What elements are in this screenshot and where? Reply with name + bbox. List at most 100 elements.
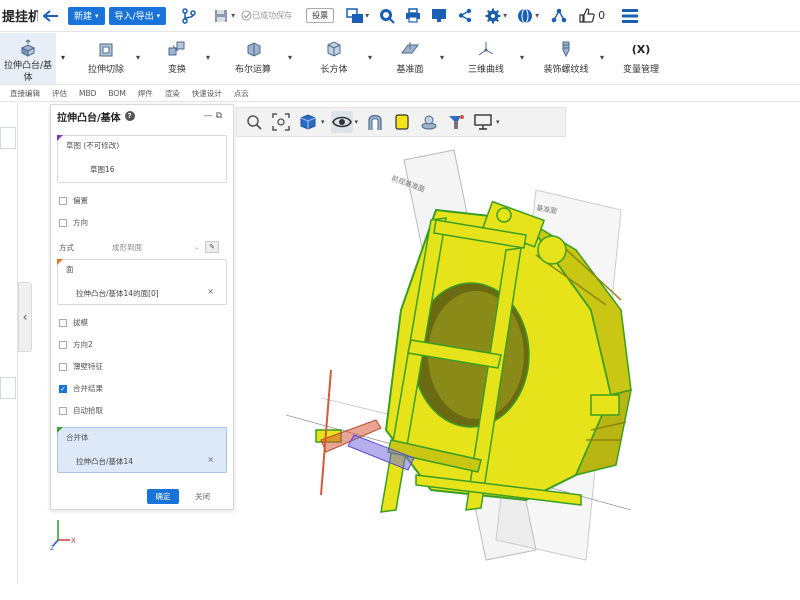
display-settings-icon[interactable]: [472, 111, 494, 133]
feature-tree-rail: [0, 103, 18, 583]
gear-icon[interactable]: [484, 7, 502, 25]
shaded-view-icon[interactable]: [391, 111, 413, 133]
ribbon-transform[interactable]: 变换 ▾: [142, 33, 212, 84]
direction-option[interactable]: 方向: [59, 217, 88, 228]
draft-label: 拔模: [73, 318, 88, 327]
rail-input-mid[interactable]: [0, 377, 16, 399]
gear-dropdown-caret[interactable]: ▾: [503, 11, 507, 20]
globe-dropdown-caret[interactable]: ▾: [535, 11, 539, 20]
offset-label: 偏置: [73, 196, 88, 205]
restore-icon[interactable]: ⧉: [216, 111, 225, 121]
chevron-down-icon[interactable]: ⌄: [194, 244, 199, 251]
ribbon-datum-plane-label: 基准面: [396, 65, 424, 75]
tab-quick-design[interactable]: 快速设计: [192, 88, 222, 99]
close-button[interactable]: 关闭: [195, 489, 210, 504]
thread-icon: [555, 39, 577, 59]
ribbon-extrude-boss-caret[interactable]: ▾: [56, 33, 70, 84]
draft-checkbox[interactable]: [59, 318, 67, 327]
save-dropdown-caret[interactable]: ▾: [231, 11, 235, 20]
ribbon-boolean[interactable]: 布尔运算 ▾: [212, 33, 294, 84]
save-icon[interactable]: [212, 7, 230, 25]
remove-merge-body-icon[interactable]: ×: [207, 455, 214, 464]
view-cube-icon[interactable]: [297, 111, 319, 133]
direction-checkbox[interactable]: [59, 218, 67, 227]
like-count: 0: [598, 9, 606, 22]
view-toolbar: ▾ ▾ ▾: [236, 107, 566, 137]
section-marker-green: [57, 427, 63, 433]
back-arrow-icon[interactable]: [42, 7, 60, 25]
thin-feature-option[interactable]: 薄壁特征: [59, 361, 103, 372]
axis-z-label: Z: [50, 545, 54, 550]
section-marker-orange: [57, 259, 63, 265]
offset-option[interactable]: 偏置: [59, 195, 88, 206]
direction2-option[interactable]: 方向2: [59, 339, 93, 350]
display-settings-caret[interactable]: ▾: [496, 118, 500, 126]
minimize-icon[interactable]: —: [204, 111, 216, 121]
help-icon[interactable]: ?: [124, 111, 135, 121]
remove-face-icon[interactable]: ×: [207, 287, 214, 296]
new-button[interactable]: 新建 ▾: [68, 6, 105, 25]
import-export-button[interactable]: 导入/导出 ▾: [108, 6, 167, 25]
ribbon-box[interactable]: 长方体 ▾: [294, 33, 374, 84]
tab-mbd[interactable]: MBD: [79, 89, 96, 98]
tab-point-cloud[interactable]: 点云: [234, 88, 249, 99]
view-cube-caret[interactable]: ▾: [321, 118, 325, 126]
merge-body-section[interactable]: 合并体 拉伸凸台/基体14 ×: [57, 427, 227, 473]
3d-curve-icon: [475, 39, 497, 59]
auto-select-checkbox[interactable]: [59, 406, 67, 415]
3d-viewport[interactable]: 前视基准面 基准面: [236, 140, 800, 590]
direction2-checkbox[interactable]: [59, 340, 67, 349]
merge-result-option[interactable]: ✓ 合并结果: [59, 383, 103, 394]
ribbon-extrude-cut[interactable]: 拉伸切除 ▾: [70, 33, 142, 84]
ribbon-box-label: 长方体: [320, 65, 348, 75]
draft-option[interactable]: 拔模: [59, 317, 88, 328]
ok-button[interactable]: 确定: [147, 489, 179, 504]
ribbon-extrude-boss[interactable]: 拉伸凸台/基体: [0, 33, 56, 84]
extrude-cut-icon: [95, 39, 117, 59]
ribbon-datum-plane[interactable]: 基准面 ▾: [374, 33, 446, 84]
auto-select-option[interactable]: 自动拾取: [59, 405, 103, 416]
collapse-panel-button[interactable]: ‹: [18, 282, 32, 352]
globe-icon[interactable]: [516, 7, 534, 25]
merge-result-checkbox[interactable]: ✓: [59, 384, 67, 393]
fit-view-icon[interactable]: [270, 111, 292, 133]
appearance-icon[interactable]: [445, 111, 467, 133]
tab-evaluate[interactable]: 评估: [52, 88, 67, 99]
print-icon[interactable]: [404, 7, 422, 25]
display-mode-caret[interactable]: ▾: [355, 118, 359, 126]
pin-icon[interactable]: ✎: [205, 241, 220, 253]
rail-input-top[interactable]: [0, 127, 16, 149]
display-icon[interactable]: [346, 7, 364, 25]
ribbon-boolean-label: 布尔运算: [234, 65, 271, 75]
tab-direct-edit[interactable]: 直接编辑: [10, 88, 40, 99]
datum-plane-icon: [399, 39, 421, 59]
monitor-icon[interactable]: [430, 7, 448, 25]
share-icon[interactable]: [456, 7, 474, 25]
hinge-pin: [537, 235, 567, 265]
thumbs-up-icon[interactable]: [578, 7, 596, 25]
display-mode-icon[interactable]: [330, 111, 353, 133]
direction-label: 方向: [73, 218, 88, 227]
network-icon[interactable]: [550, 7, 568, 25]
face-section[interactable]: 面 拉伸凸台/基体14的面[0] ×: [57, 259, 227, 305]
sketch-section[interactable]: 草图 (不可修改) 草图16: [57, 135, 227, 183]
zoom-icon[interactable]: [243, 111, 265, 133]
branch-icon[interactable]: [180, 7, 198, 25]
ribbon-variable-manager[interactable]: (X) 变量管理: [606, 33, 676, 84]
method-select[interactable]: 成形到面: [112, 242, 194, 253]
display-dropdown-caret[interactable]: ▾: [365, 11, 369, 20]
search-icon[interactable]: [378, 7, 396, 25]
section-view-icon[interactable]: [364, 111, 386, 133]
model-canvas[interactable]: 前视基准面 基准面: [236, 140, 800, 590]
ribbon-3d-curve[interactable]: 三维曲线 ▾: [446, 33, 526, 84]
tab-bom[interactable]: BOM: [108, 89, 125, 98]
ribbon-thread[interactable]: 装饰螺纹线 ▾: [526, 33, 606, 84]
tab-render[interactable]: 渲染: [165, 88, 180, 99]
invest-button[interactable]: 投票: [306, 8, 335, 23]
tab-weldment[interactable]: 焊件: [138, 88, 153, 99]
menu-icon[interactable]: [621, 7, 639, 25]
sketch-section-title: 草图 (不可修改): [66, 141, 120, 150]
render-scene-icon[interactable]: [418, 111, 440, 133]
offset-checkbox[interactable]: [59, 196, 67, 205]
thin-feature-checkbox[interactable]: [59, 362, 67, 371]
